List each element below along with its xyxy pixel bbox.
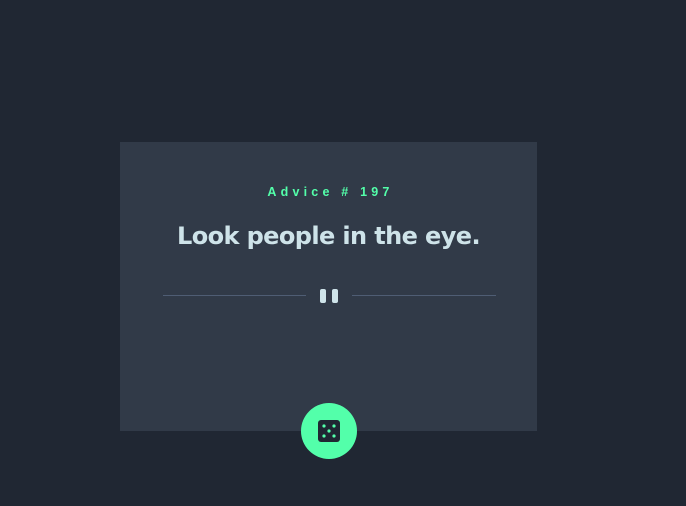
divider-line-right — [352, 295, 496, 296]
advice-number: Advice # 197 — [267, 185, 394, 199]
dice-icon — [318, 420, 340, 442]
generate-advice-button[interactable] — [301, 403, 357, 459]
pause-icon — [320, 289, 338, 303]
advice-card: Advice # 197 Look people in the eye. — [120, 142, 537, 431]
divider-line-left — [163, 295, 306, 296]
divider — [163, 287, 496, 305]
advice-quote: Look people in the eye. — [177, 222, 481, 250]
